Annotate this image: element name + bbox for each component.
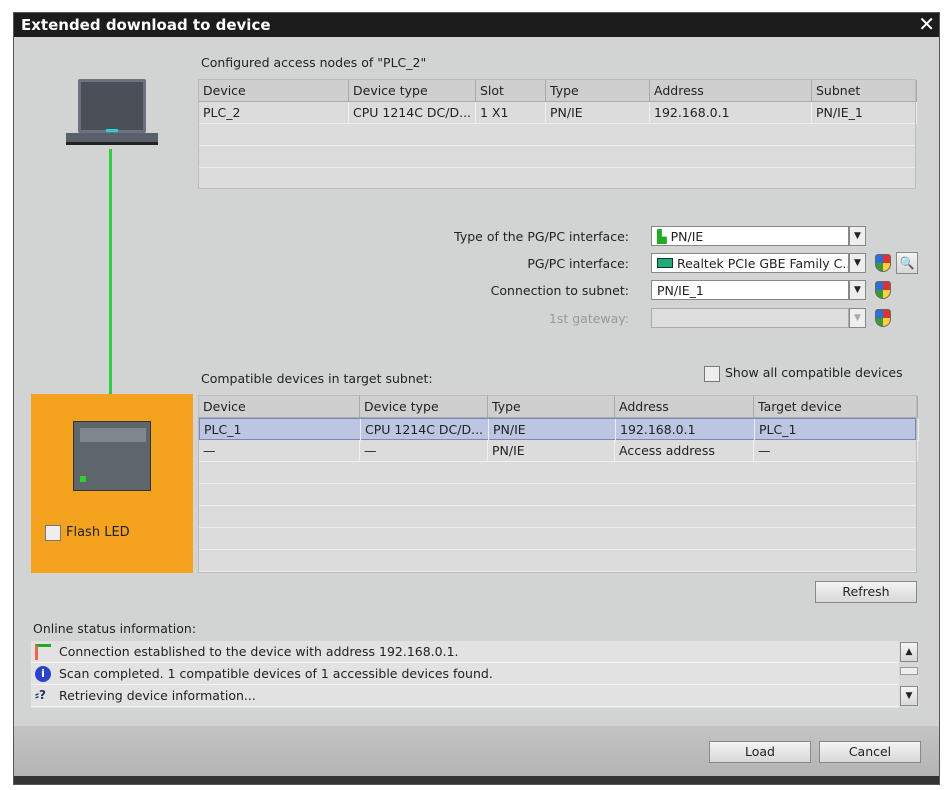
- col-type[interactable]: Type: [546, 80, 650, 102]
- status-message: i Scan completed. 1 compatible devices of…: [31, 663, 899, 685]
- show-all-label: Show all compatible devices: [725, 365, 903, 380]
- dialog-title: Extended download to device: [21, 16, 271, 34]
- col-slot[interactable]: Slot: [476, 80, 546, 102]
- footer-bar: Load Cancel: [14, 726, 939, 776]
- pgpc-interface-value: Realtek PCIe GBE Family C...: [676, 256, 849, 271]
- refresh-button[interactable]: Refresh: [815, 581, 917, 603]
- cell-type: PN/IE: [488, 440, 615, 462]
- retrieving-info-icon: ⸗?: [35, 688, 46, 702]
- col-device-type[interactable]: Device type: [349, 80, 476, 102]
- subnet-select[interactable]: PN/IE_1: [651, 280, 849, 300]
- cell-type: PN/IE: [546, 102, 650, 124]
- cancel-button[interactable]: Cancel: [819, 741, 921, 763]
- pgpc-interface-select[interactable]: Realtek PCIe GBE Family C...: [651, 253, 849, 273]
- pgpc-interface-label: PG/PC interface:: [527, 256, 629, 271]
- close-button[interactable]: ✕: [918, 14, 935, 34]
- title-bar: Extended download to device: [14, 13, 939, 37]
- col-target-device[interactable]: Target device: [754, 396, 918, 418]
- empty-row: [199, 146, 915, 168]
- connection-line: [109, 149, 112, 395]
- status-list: Connection established to the device wit…: [31, 641, 919, 708]
- table-header: Device Device type Slot Type Address Sub…: [199, 80, 917, 102]
- col-device[interactable]: Device: [199, 396, 360, 418]
- empty-row: [199, 528, 916, 550]
- flash-led-checkbox[interactable]: [45, 525, 61, 541]
- bottom-border: [14, 776, 939, 784]
- empty-row: [199, 550, 916, 572]
- cell-device-type: —: [360, 440, 488, 462]
- status-text: Retrieving device information...: [59, 688, 256, 703]
- table-row[interactable]: PLC_2 CPU 1214C DC/D... 1 X1 PN/IE 192.1…: [199, 102, 917, 124]
- online-status-title: Online status information:: [33, 621, 197, 636]
- status-message: ⸗? Retrieving device information...: [31, 685, 899, 707]
- network-connection-icon: [35, 644, 51, 660]
- cell-target-device: PLC_1: [755, 419, 919, 441]
- configured-nodes-title: Configured access nodes of "PLC_2": [201, 55, 427, 70]
- col-address[interactable]: Address: [650, 80, 812, 102]
- laptop-icon: [66, 79, 158, 149]
- cell-target-device: —: [754, 440, 918, 462]
- show-all-checkbox[interactable]: [704, 366, 720, 382]
- cell-device: PLC_2: [199, 102, 349, 124]
- subnet-label: Connection to subnet:: [490, 283, 629, 298]
- col-device[interactable]: Device: [199, 80, 349, 102]
- empty-row: [199, 124, 915, 146]
- status-text: Connection established to the device wit…: [59, 644, 459, 659]
- status-text: Scan completed. 1 compatible devices of …: [59, 666, 493, 681]
- chevron-down-icon[interactable]: ▼: [849, 253, 866, 273]
- flash-led-label: Flash LED: [66, 525, 130, 540]
- empty-row: [199, 462, 916, 484]
- cell-address: 192.168.0.1: [616, 419, 755, 441]
- extended-download-dialog: Extended download to device ✕ Flash LED …: [13, 12, 940, 785]
- chevron-down-icon[interactable]: ▼: [849, 226, 866, 246]
- cell-device: —: [199, 440, 360, 462]
- col-address[interactable]: Address: [615, 396, 754, 418]
- col-device-type[interactable]: Device type: [360, 396, 488, 418]
- shield-icon[interactable]: [875, 254, 891, 272]
- scrollbar[interactable]: ▲ ▼: [899, 641, 919, 708]
- compatible-devices-title: Compatible devices in target subnet:: [201, 371, 433, 386]
- cell-type: PN/IE: [489, 419, 616, 441]
- type-interface-select[interactable]: ▙ PN/IE: [651, 226, 849, 246]
- cell-address: 192.168.0.1: [650, 102, 812, 124]
- shield-icon[interactable]: [875, 281, 891, 299]
- table-row-selected[interactable]: PLC_1 CPU 1214C DC/D... PN/IE 192.168.0.…: [199, 418, 919, 441]
- chevron-down-icon[interactable]: ▼: [849, 280, 866, 300]
- status-message: Connection established to the device wit…: [31, 641, 899, 663]
- chevron-down-icon[interactable]: ▼: [849, 308, 866, 328]
- configured-nodes-table: Device Device type Slot Type Address Sub…: [198, 79, 917, 189]
- table-row[interactable]: — — PN/IE Access address —: [199, 440, 918, 462]
- cell-subnet: PN/IE_1: [812, 102, 917, 124]
- plc-icon: [73, 421, 151, 491]
- type-interface-value: PN/IE: [670, 229, 704, 244]
- cell-device: PLC_1: [200, 419, 361, 441]
- gateway-select[interactable]: [651, 308, 849, 328]
- empty-row: [199, 506, 916, 528]
- empty-row: [199, 484, 916, 506]
- gateway-label: 1st gateway:: [548, 311, 629, 326]
- col-subnet[interactable]: Subnet: [812, 80, 917, 102]
- cell-device-type: CPU 1214C DC/D...: [361, 419, 489, 441]
- cell-slot: 1 X1: [476, 102, 546, 124]
- compatible-devices-table: Device Device type Type Address Target d…: [198, 395, 919, 573]
- network-card-icon: [657, 258, 673, 268]
- scroll-down-icon[interactable]: ▼: [900, 686, 918, 706]
- cell-device-type: CPU 1214C DC/D...: [349, 102, 476, 124]
- cell-address: Access address: [615, 440, 754, 462]
- table-header: Device Device type Type Address Target d…: [199, 396, 918, 418]
- search-interface-icon[interactable]: 🔍: [896, 252, 918, 274]
- scroll-thumb[interactable]: [900, 667, 918, 675]
- type-interface-label: Type of the PG/PC interface:: [454, 229, 629, 244]
- shield-icon[interactable]: [875, 309, 891, 327]
- scroll-up-icon[interactable]: ▲: [900, 642, 918, 662]
- col-type[interactable]: Type: [488, 396, 615, 418]
- target-device-panel: Flash LED: [31, 394, 193, 573]
- load-button[interactable]: Load: [709, 741, 811, 763]
- info-icon: i: [35, 666, 51, 682]
